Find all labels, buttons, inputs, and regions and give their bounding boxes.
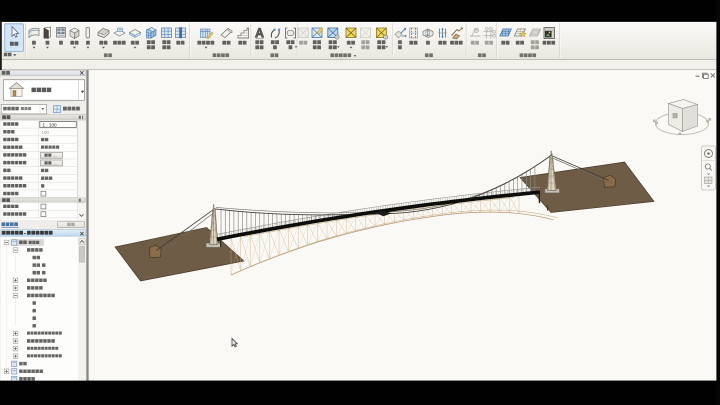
svg-text:1 : 100: 1 : 100: [43, 122, 57, 127]
svg-text:...: ...: [54, 162, 57, 166]
svg-text:100: 100: [42, 130, 50, 135]
svg-text:...: ...: [54, 154, 57, 158]
